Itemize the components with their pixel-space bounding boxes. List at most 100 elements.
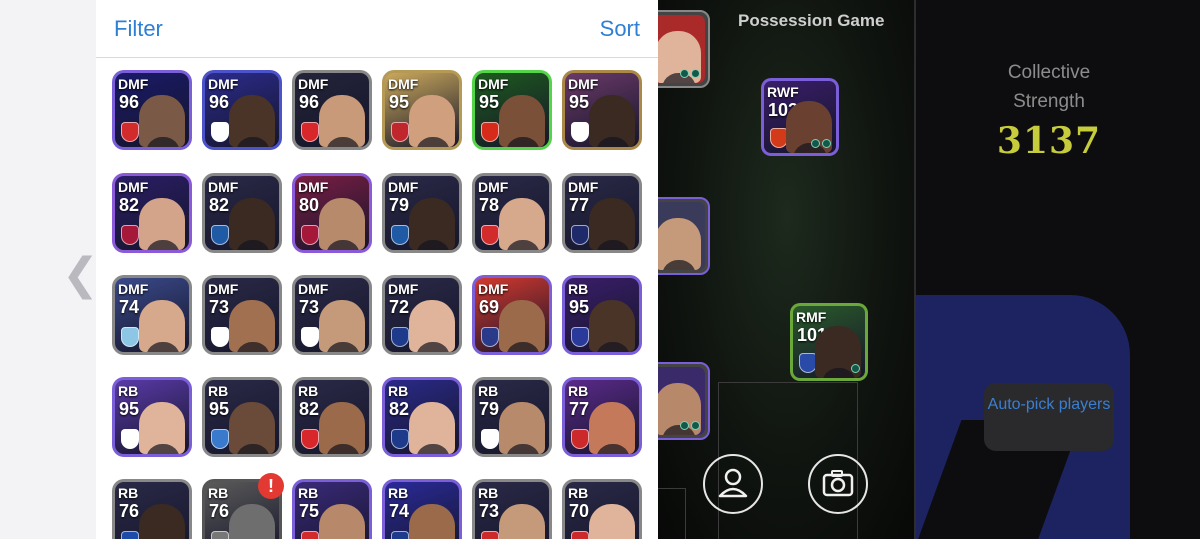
player-card[interactable]: DMF 74 — [112, 275, 192, 355]
player-rating: 73 — [479, 501, 500, 521]
player-position: RB — [568, 383, 589, 399]
club-badge-icon — [301, 225, 319, 245]
auto-pick-button[interactable]: Auto-pick players — [984, 383, 1114, 451]
player-rating: 82 — [209, 195, 230, 215]
player-portrait — [139, 504, 185, 539]
club-badge-icon — [571, 327, 589, 347]
player-card[interactable]: DMF 96 — [292, 70, 372, 150]
player-card[interactable]: DMF 77 — [562, 173, 642, 253]
player-portrait — [319, 504, 365, 539]
player-portrait — [409, 95, 455, 147]
player-card[interactable]: DMF 82 — [112, 173, 192, 253]
pitch-player-card[interactable] — [658, 362, 710, 440]
player-card[interactable]: RB 95 — [562, 275, 642, 355]
player-card-inner: DMF 72 — [385, 278, 459, 352]
player-position: RB — [208, 383, 229, 399]
club-badge-icon — [481, 225, 499, 245]
player-position: RB — [568, 281, 589, 297]
player-card[interactable]: DMF 79 — [382, 173, 462, 253]
player-card-inner: RB 70 — [565, 482, 639, 539]
player-card[interactable]: RB 82 — [292, 377, 372, 457]
player-position: DMF — [478, 179, 509, 195]
player-card[interactable]: RB 74 — [382, 479, 462, 539]
player-card-inner: RB 74 — [385, 482, 459, 539]
player-card[interactable]: DMF 78 — [472, 173, 552, 253]
player-card[interactable]: RB 95 — [202, 377, 282, 457]
player-rating: 70 — [569, 501, 590, 521]
player-rating: 95 — [209, 399, 230, 419]
player-position: DMF — [388, 179, 419, 195]
player-card[interactable]: DMF 73 — [202, 275, 282, 355]
player-portrait — [319, 300, 365, 352]
player-card[interactable]: DMF 72 — [382, 275, 462, 355]
player-card-inner: RB 75 — [295, 482, 369, 539]
player-portrait — [499, 198, 545, 250]
player-card[interactable]: DMF 95 — [562, 70, 642, 150]
player-card[interactable]: DMF 95 — [382, 70, 462, 150]
game-plan-title: Possession Game — [738, 11, 885, 30]
player-rating: 74 — [389, 501, 410, 521]
filter-button[interactable]: Filter — [114, 16, 163, 42]
player-portrait — [589, 300, 635, 352]
club-badge-icon — [301, 429, 319, 449]
player-portrait — [229, 402, 275, 454]
player-portrait — [499, 95, 545, 147]
pitch-player-card[interactable] — [658, 197, 710, 275]
player-position: DMF — [388, 281, 419, 297]
player-portrait — [409, 198, 455, 250]
player-card[interactable]: DMF 69 — [472, 275, 552, 355]
link-dots — [849, 358, 860, 377]
link-dots — [809, 133, 831, 152]
player-rating: 76 — [209, 501, 230, 521]
player-position: RB — [298, 485, 319, 501]
player-card[interactable]: RB 75 — [292, 479, 372, 539]
player-rating: 95 — [389, 92, 410, 112]
goal-area-line — [658, 488, 686, 539]
player-rating: 96 — [209, 92, 230, 112]
camera-button[interactable] — [808, 454, 868, 514]
player-position: RB — [388, 485, 409, 501]
club-badge-icon — [121, 531, 139, 539]
player-card[interactable]: RB 79 — [472, 377, 552, 457]
player-card[interactable]: RB 70 — [562, 479, 642, 539]
player-card[interactable]: DMF 96 — [112, 70, 192, 150]
player-card[interactable]: RB 76 — [112, 479, 192, 539]
player-card-inner: DMF 96 — [205, 73, 279, 147]
player-position: DMF — [388, 76, 419, 92]
player-rating: 73 — [299, 297, 320, 317]
club-badge-icon — [211, 225, 229, 245]
sort-button[interactable]: Sort — [600, 16, 640, 42]
player-portrait — [139, 95, 185, 147]
player-rating: 78 — [479, 195, 500, 215]
player-position: DMF — [568, 76, 599, 92]
player-portrait — [139, 300, 185, 352]
player-card[interactable]: RB 95 — [112, 377, 192, 457]
player-position: DMF — [298, 281, 329, 297]
club-badge-icon — [391, 429, 409, 449]
pitch-player-card[interactable]: RWF 103 — [761, 78, 839, 156]
chevron-left-icon[interactable]: ❮ — [62, 250, 99, 300]
player-position: DMF — [118, 76, 149, 92]
profile-button[interactable] — [703, 454, 763, 514]
player-card[interactable]: DMF 82 — [202, 173, 282, 253]
player-card[interactable]: RB 77 — [562, 377, 642, 457]
player-position: RWF — [767, 84, 799, 100]
player-position: DMF — [568, 179, 599, 195]
player-card[interactable]: DMF 96 — [202, 70, 282, 150]
player-card[interactable]: DMF 95 — [472, 70, 552, 150]
pitch-player-card[interactable]: RMF 101 — [790, 303, 868, 381]
player-card[interactable]: RB 73 — [472, 479, 552, 539]
player-card[interactable]: DMF 73 — [292, 275, 372, 355]
player-rating: 96 — [119, 92, 140, 112]
player-position: DMF — [478, 281, 509, 297]
club-badge-icon — [391, 225, 409, 245]
player-card[interactable]: RB 82 — [382, 377, 462, 457]
player-position: DMF — [298, 179, 329, 195]
player-position: RB — [478, 383, 499, 399]
club-badge-icon — [211, 122, 229, 142]
player-position: RB — [478, 485, 499, 501]
player-card[interactable]: DMF 80 — [292, 173, 372, 253]
player-card-inner: DMF 96 — [115, 73, 189, 147]
pitch-player-card[interactable] — [658, 10, 710, 88]
club-badge-icon — [301, 327, 319, 347]
